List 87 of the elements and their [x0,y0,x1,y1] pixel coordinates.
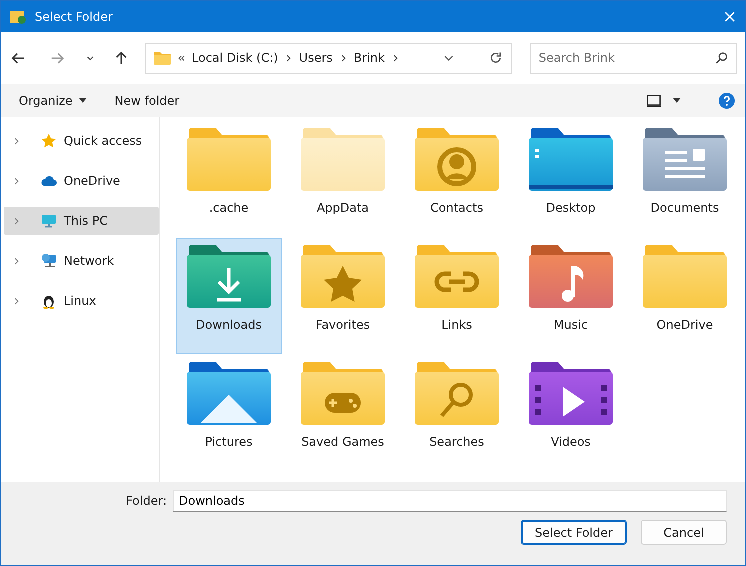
penguin-icon [41,293,57,309]
search-folder-icon [415,361,499,427]
cancel-button[interactable]: Cancel [641,520,727,545]
new-folder-button[interactable]: New folder [114,94,180,108]
folder-name: Contacts [430,201,484,215]
folder-icon [154,51,171,65]
close-button[interactable] [723,10,737,24]
up-arrow-icon [114,50,129,66]
search-icon [715,52,728,64]
folder-item[interactable]: OneDrive [632,238,738,354]
folder-item[interactable]: Pictures [176,355,282,471]
videos-folder-icon [529,361,613,427]
sidebar-item[interactable]: Linux [4,287,159,315]
pictures-folder-icon [187,361,271,427]
organize-button[interactable]: Organize [19,94,87,108]
folder-name: Pictures [205,435,253,449]
sidebar-item[interactable]: Network [4,247,159,275]
folder-item[interactable]: AppData [290,121,396,237]
view-button[interactable] [647,94,681,106]
folder-name: Favorites [316,318,370,332]
folder-name: OneDrive [656,318,714,332]
sidebar-label: Linux [64,294,96,308]
sidebar-label: Quick access [64,134,142,148]
desktop-folder-icon [529,127,613,193]
breadcrumb-item[interactable]: Local Disk (C:) [192,51,278,65]
network-icon [41,253,57,269]
favorites-folder-icon [301,244,385,310]
sidebar-label: Network [64,254,114,268]
sidebar-label: OneDrive [64,174,120,188]
games-folder-icon [301,361,385,427]
folder-name: AppData [316,201,370,215]
address-bar[interactable]: Local Disk (C:) Users Brink [145,42,512,74]
folder-item[interactable]: Videos [518,355,624,471]
folder-item[interactable]: Documents [632,121,738,237]
folder-item[interactable]: Contacts [404,121,510,237]
forward-arrow-icon [50,50,65,66]
folder-name: Music [554,318,588,332]
view-icon [647,94,661,106]
link-folder-icon [415,244,499,310]
monitor-icon [41,213,57,229]
folder-label: Folder: [126,494,167,508]
folder-icon [301,127,385,193]
caret-icon [673,98,681,103]
documents-folder-icon [643,127,727,193]
sidebar-item[interactable]: OneDrive [4,167,159,195]
music-folder-icon [529,244,613,310]
contacts-folder-icon [415,127,499,193]
star-icon [41,133,57,149]
folder-input[interactable]: Downloads [173,490,727,512]
sidebar-item[interactable]: This PC [4,207,159,235]
back-arrow-icon [11,50,26,66]
folder-name: Downloads [196,318,262,332]
folder-name: Searches [430,435,484,449]
folder-item[interactable]: Desktop [518,121,624,237]
select-folder-button[interactable]: Select Folder [521,520,627,545]
help-icon [719,92,735,108]
caret-icon [78,98,87,103]
breadcrumb-item[interactable]: Users [299,51,333,65]
folder-name: Links [442,318,472,332]
sidebar-label: This PC [64,214,108,228]
overflow-chevron-icon [177,54,186,62]
refresh-icon[interactable] [488,51,503,65]
up-button[interactable] [114,50,129,66]
window-title: Select Folder [35,10,114,24]
folder-icon [643,244,727,310]
folder-item[interactable]: Downloads [176,238,282,354]
folder-name: Videos [551,435,591,449]
folder-name: .cache [209,201,249,215]
help-button[interactable] [719,92,735,108]
downloads-folder-icon [187,244,271,310]
folder-item[interactable]: .cache [176,121,282,237]
folder-icon [187,127,271,193]
folder-name: Documents [650,201,720,215]
folder-name: Desktop [546,201,596,215]
close-icon [723,10,737,24]
back-button[interactable] [11,50,26,66]
sidebar-item[interactable]: Quick access [4,127,159,155]
folder-item[interactable]: Links [404,238,510,354]
folder-icon [9,8,27,24]
search-field[interactable]: Search Brink [530,42,737,74]
folder-item[interactable]: Saved Games [290,355,396,471]
folder-item[interactable]: Music [518,238,624,354]
folder-item[interactable]: Favorites [290,238,396,354]
folder-name: Saved Games [302,435,384,449]
forward-button[interactable] [50,50,65,66]
folder-item[interactable]: Searches [404,355,510,471]
breadcrumb-item[interactable]: Brink [354,51,385,65]
